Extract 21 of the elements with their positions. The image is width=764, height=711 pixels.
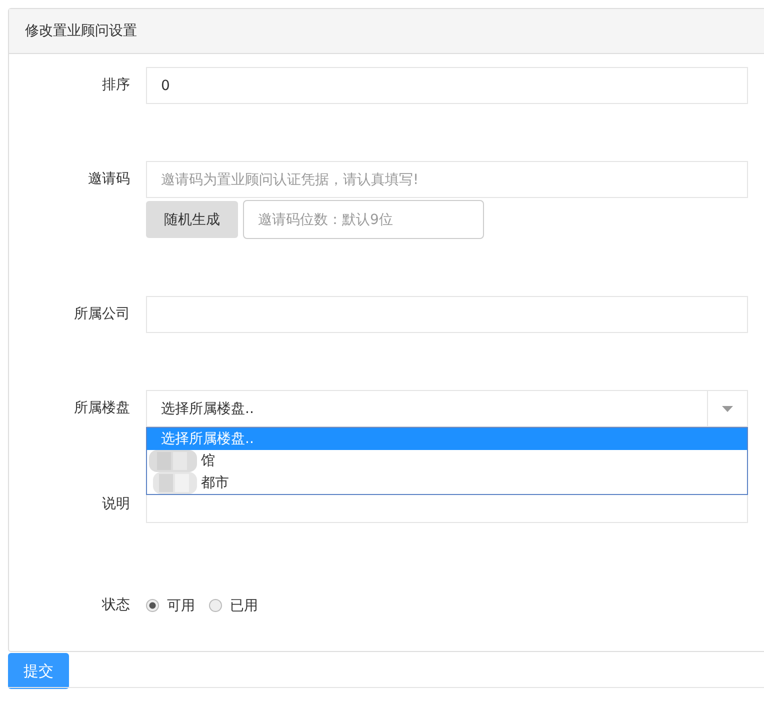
field-label: 邀请码 — [87, 170, 131, 189]
field-label: 排序 — [101, 76, 131, 95]
estate-select[interactable]: 选择所属楼盘.. — [146, 390, 748, 427]
redaction-blur — [149, 450, 197, 494]
generate-button[interactable]: 随机生成 — [146, 201, 238, 238]
field-label: 状态 — [101, 596, 131, 615]
invite-code-input[interactable]: 邀请码为置业顾问认证凭据，请认真填写! — [146, 161, 748, 198]
radio-label: 可用 — [167, 596, 195, 614]
field-label: 说明 — [101, 495, 131, 514]
panel-title: 修改置业顾问设置 — [25, 22, 137, 40]
radio-button[interactable] — [209, 599, 222, 612]
sort-input[interactable]: 0 — [146, 67, 748, 104]
company-input[interactable] — [146, 296, 748, 333]
field-label: 所属楼盘 — [73, 399, 131, 418]
dropdown-option[interactable]: 馆 — [201, 450, 215, 472]
dropdown-option[interactable]: 都市 — [201, 472, 229, 494]
field-label: 所属公司 — [73, 305, 131, 324]
radio-button[interactable] — [146, 599, 159, 612]
dropdown-caret-icon — [722, 406, 733, 412]
radio-label: 已用 — [230, 596, 258, 614]
code-length-input[interactable]: 邀请码位数：默认9位 — [243, 200, 484, 239]
